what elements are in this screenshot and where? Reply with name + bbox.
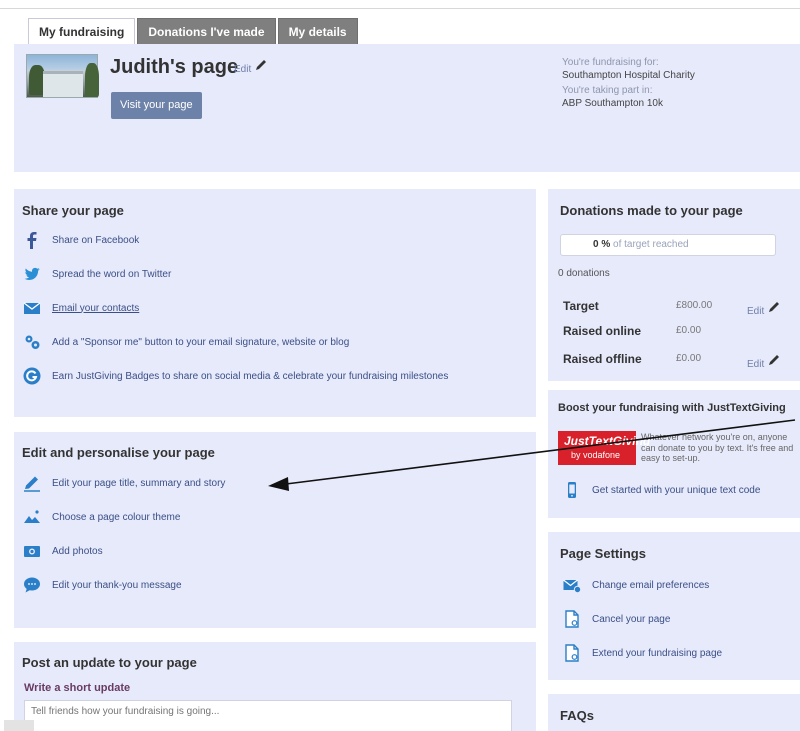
annotation-arrow — [268, 419, 796, 491]
status-bar-fragment — [4, 720, 34, 731]
